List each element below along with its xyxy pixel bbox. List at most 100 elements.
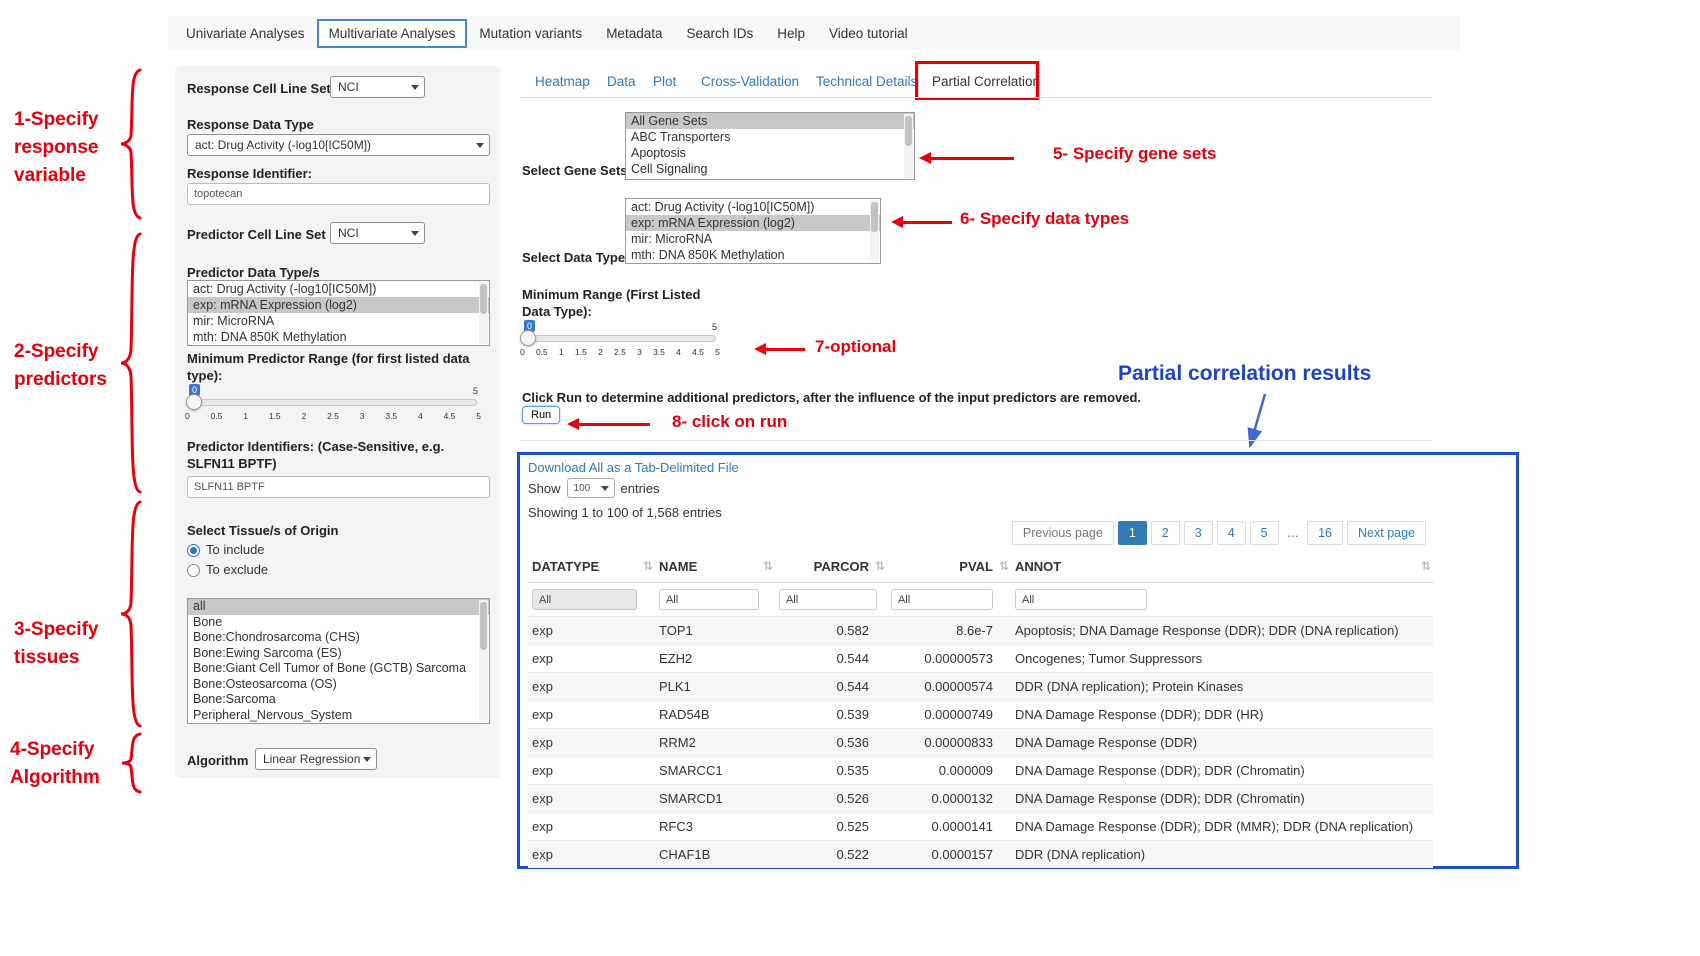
page-button-2[interactable]: 2 xyxy=(1151,521,1180,545)
table-row[interactable]: expSMARCD10.5260.0000132DNA Damage Respo… xyxy=(528,785,1433,813)
nav-mutation-variants[interactable]: Mutation variants xyxy=(467,19,594,48)
nav-univariate-analyses[interactable]: Univariate Analyses xyxy=(174,19,317,48)
listbox-option-selected[interactable]: All Gene Sets xyxy=(626,113,914,129)
listbox-option-selected[interactable]: exp: mRNA Expression (log2) xyxy=(188,297,489,313)
filter-input-parcor[interactable] xyxy=(779,589,877,610)
listbox-option-selected[interactable]: all xyxy=(188,599,489,615)
table-row[interactable]: expPLK10.5440.00000574DDR (DNA replicati… xyxy=(528,673,1433,701)
listbox-option[interactable]: Bone:Ewing Sarcoma (ES) xyxy=(188,646,489,662)
radio-to-exclude-label[interactable]: To exclude xyxy=(206,562,268,577)
response-data-type-select[interactable]: act: Drug Activity (-log10[IC50M]) xyxy=(187,134,490,156)
column-header-pval[interactable]: PVAL⇅ xyxy=(887,551,1011,583)
table-row[interactable]: expTOP10.5828.6e-7Apoptosis; DNA Damage … xyxy=(528,617,1433,645)
scrollbar[interactable] xyxy=(904,114,913,178)
listbox-option[interactable]: mir: MicroRNA xyxy=(626,231,880,247)
page-button-1[interactable]: 1 xyxy=(1118,521,1147,545)
listbox-option[interactable]: Bone:Giant Cell Tumor of Bone (GCTB) Sar… xyxy=(188,661,489,677)
scrollbar[interactable] xyxy=(479,282,488,344)
nav-video-tutorial[interactable]: Video tutorial xyxy=(817,19,920,48)
table-row[interactable]: expEZH20.5440.00000573Oncogenes; Tumor S… xyxy=(528,645,1433,673)
listbox-option[interactable]: act: Drug Activity (-log10[IC50M]) xyxy=(626,199,880,215)
nav-search-ids[interactable]: Search IDs xyxy=(674,19,765,48)
table-row[interactable]: expRRM20.5360.00000833DNA Damage Respons… xyxy=(528,729,1433,757)
sort-icon[interactable]: ⇅ xyxy=(999,559,1009,573)
response-data-type-label: Response Data Type xyxy=(187,116,314,133)
filter-input-pval[interactable] xyxy=(891,589,993,610)
predictor-cell-line-set-select[interactable]: NCI xyxy=(330,222,425,244)
column-label: PARCOR xyxy=(814,559,869,574)
red-arrow-data-types xyxy=(902,221,952,224)
tissue-listbox[interactable]: all Bone Bone:Chondrosarcoma (CHS) Bone:… xyxy=(187,598,490,724)
listbox-option[interactable]: Apoptosis xyxy=(626,145,914,161)
next-page-button[interactable]: Next page xyxy=(1347,521,1426,545)
listbox-option-selected[interactable]: exp: mRNA Expression (log2) xyxy=(626,215,880,231)
sort-icon[interactable]: ⇅ xyxy=(875,559,885,573)
tab-plot[interactable]: Plot xyxy=(653,74,676,89)
column-header-parcor[interactable]: PARCOR ⇅ xyxy=(775,551,887,583)
previous-page-button[interactable]: Previous page xyxy=(1012,521,1114,545)
results-table-container: DATATYPE⇅ NAME⇅ PARCOR ⇅ PVAL⇅ ANNOT⇅ xyxy=(528,551,1433,868)
scrollbar[interactable] xyxy=(870,200,879,262)
radio-to-exclude[interactable] xyxy=(187,564,200,577)
download-link[interactable]: Download All as a Tab-Delimited File xyxy=(528,460,739,475)
slider-track[interactable] xyxy=(187,399,477,406)
listbox-option[interactable]: Bone:Chondrosarcoma (CHS) xyxy=(188,630,489,646)
predictor-data-types-listbox[interactable]: act: Drug Activity (-log10[IC50M]) exp: … xyxy=(187,280,490,346)
nav-multivariate-analyses[interactable]: Multivariate Analyses xyxy=(317,19,468,48)
sort-icon[interactable]: ⇅ xyxy=(1421,559,1431,573)
predictor-data-types-label: Predictor Data Type/s xyxy=(187,264,320,281)
tab-cross-validation[interactable]: Cross-Validation xyxy=(701,74,799,89)
table-row[interactable]: expSMARCC10.5350.000009DNA Damage Respon… xyxy=(528,757,1433,785)
response-identifier-input[interactable] xyxy=(187,183,490,205)
slider-handle[interactable] xyxy=(186,394,202,410)
radio-to-include-label[interactable]: To include xyxy=(206,542,265,557)
scrollbar[interactable] xyxy=(479,600,488,722)
listbox-option[interactable]: Cell Signaling xyxy=(626,161,914,177)
page-button-3[interactable]: 3 xyxy=(1184,521,1213,545)
show-entries-select[interactable]: 100 xyxy=(567,478,615,498)
gene-sets-label: Select Gene Sets xyxy=(522,162,628,179)
slider-handle[interactable] xyxy=(520,330,536,346)
radio-to-include[interactable] xyxy=(187,544,200,557)
min-predictor-range-slider[interactable]: 0 5 00.511.522.533.544.55 xyxy=(187,384,479,430)
algorithm-select[interactable]: Linear Regression xyxy=(255,748,377,770)
listbox-option[interactable]: mth: DNA 850K Methylation xyxy=(626,247,880,263)
response-cell-line-set-select[interactable]: NCI xyxy=(330,76,425,98)
red-arrow-gene-sets xyxy=(930,157,1014,160)
min-range-slider[interactable]: 0 5 00.511.522.533.544.55 xyxy=(522,318,718,364)
tab-data[interactable]: Data xyxy=(607,74,636,89)
sort-icon[interactable]: ⇅ xyxy=(763,559,773,573)
listbox-option[interactable]: mir: MicroRNA xyxy=(188,313,489,329)
column-header-name[interactable]: NAME⇅ xyxy=(655,551,775,583)
table-row[interactable]: expRFC30.5250.0000141DNA Damage Response… xyxy=(528,813,1433,841)
data-types-listbox[interactable]: act: Drug Activity (-log10[IC50M]) exp: … xyxy=(625,198,881,264)
listbox-option[interactable]: act: Drug Activity (-log10[IC50M]) xyxy=(188,281,489,297)
gene-sets-listbox[interactable]: All Gene Sets ABC Transporters Apoptosis… xyxy=(625,112,915,180)
caret-down-icon xyxy=(411,85,419,90)
slider-track[interactable] xyxy=(522,335,716,342)
filter-input-name[interactable] xyxy=(659,589,759,610)
listbox-option[interactable]: ABC Transporters xyxy=(626,129,914,145)
filter-input-annot[interactable] xyxy=(1015,589,1147,610)
listbox-option[interactable]: Bone:Sarcoma xyxy=(188,692,489,708)
predictor-identifiers-input[interactable] xyxy=(187,476,490,498)
filter-input-datatype[interactable] xyxy=(532,589,637,610)
sort-icon[interactable]: ⇅ xyxy=(643,559,653,573)
tab-technical-details[interactable]: Technical Details xyxy=(816,74,917,89)
listbox-option[interactable]: Peripheral_Nervous_System xyxy=(188,708,489,724)
listbox-option[interactable]: Bone xyxy=(188,615,489,631)
page-button-16[interactable]: 16 xyxy=(1307,521,1343,545)
listbox-option[interactable]: Bone:Osteosarcoma (OS) xyxy=(188,677,489,693)
response-data-type-value: act: Drug Activity (-log10[IC50M]) xyxy=(195,138,371,152)
listbox-option[interactable]: mth: DNA 850K Methylation xyxy=(188,329,489,345)
column-header-annot[interactable]: ANNOT⇅ xyxy=(1011,551,1433,583)
table-row[interactable]: expRAD54B0.5390.00000749DNA Damage Respo… xyxy=(528,701,1433,729)
run-button[interactable]: Run xyxy=(522,406,560,424)
page-button-4[interactable]: 4 xyxy=(1217,521,1246,545)
nav-help[interactable]: Help xyxy=(765,19,817,48)
nav-metadata[interactable]: Metadata xyxy=(594,19,674,48)
page-button-5[interactable]: 5 xyxy=(1250,521,1279,545)
column-header-datatype[interactable]: DATATYPE⇅ xyxy=(528,551,655,583)
table-row[interactable]: expCHAF1B0.5220.0000157DDR (DNA replicat… xyxy=(528,841,1433,869)
tab-heatmap[interactable]: Heatmap xyxy=(535,74,590,89)
